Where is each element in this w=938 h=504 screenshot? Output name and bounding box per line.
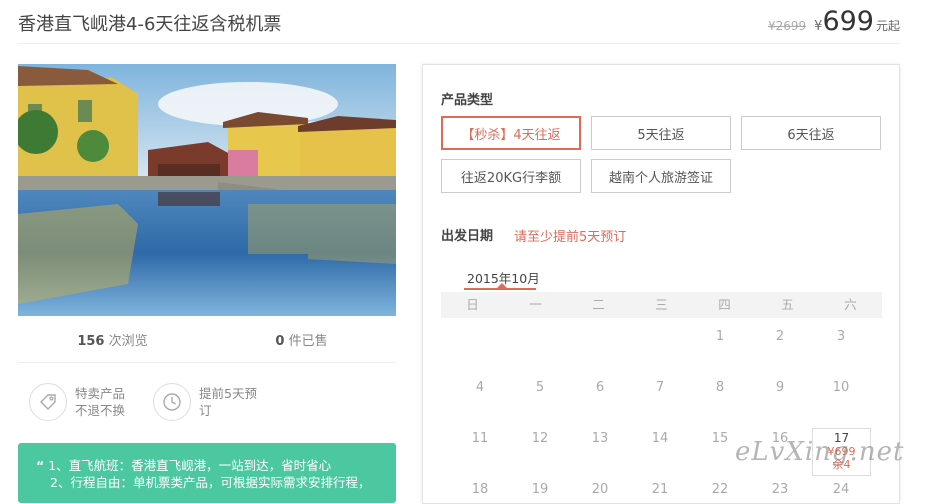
calendar-day: 18 — [471, 482, 489, 497]
calendar-day: 19 — [531, 482, 549, 497]
feature-line1: 提前5天预 — [199, 386, 257, 401]
views-stat: 156 次浏览 — [18, 330, 207, 349]
calendar-day: 6 — [595, 380, 605, 395]
highlights-box: “1、直飞航班：香港直飞岘港，一站到达，省时省心 2、行程自由：单机票类产品，可… — [18, 443, 396, 503]
weekday-header: 日 一 二 三 四 五 六 — [441, 292, 882, 318]
sold-stat: 0 件已售 — [207, 330, 396, 349]
calendar-day: 10 — [832, 380, 850, 395]
calendar-day: 7 — [655, 380, 665, 395]
sold-label: 件已售 — [288, 334, 328, 349]
header-divider — [18, 43, 900, 44]
price-unit: 元起 — [875, 19, 900, 33]
calendar-day: 12 — [531, 431, 549, 446]
calendar-day: 9 — [775, 380, 785, 395]
watermark: eLvXing.net — [735, 437, 905, 467]
clock-icon — [153, 383, 191, 421]
weekday-tue: 二 — [592, 297, 605, 312]
calendar-day: 4 — [475, 380, 485, 395]
views-label: 次浏览 — [108, 334, 148, 349]
option-6day[interactable]: 6天往返 — [741, 116, 881, 150]
booking-hint: 请至少提前5天预订 — [514, 230, 627, 245]
price-box: ¥2699 ¥699 元起 — [768, 6, 900, 37]
highlight-line-1: “1、直飞航班：香港直飞岘港，一站到达，省时省心 — [36, 457, 380, 474]
feature-line2: 订 — [199, 403, 212, 418]
option-vietnam-visa[interactable]: 越南个人旅游签证 — [591, 159, 731, 193]
calendar-day: 20 — [591, 482, 609, 497]
highlight-line-2: 2、行程自由：单机票类产品，可根据实际需求安排行程， — [50, 475, 371, 490]
option-4day-flash[interactable]: 【秒杀】4天往返 — [441, 116, 581, 150]
calendar-day: 21 — [651, 482, 669, 497]
caret-up-icon — [497, 283, 507, 288]
departure-title: 出发日期 — [441, 229, 494, 244]
weekday-fri: 五 — [781, 297, 794, 312]
calendar-day: 13 — [591, 431, 609, 446]
stats-bar: 156 次浏览 0 件已售 — [18, 330, 396, 349]
weekday-sun: 日 — [466, 297, 479, 312]
calendar-day: 23 — [771, 482, 789, 497]
weekday-sat: 六 — [844, 297, 857, 312]
option-luggage-20kg[interactable]: 往返20KG行李额 — [441, 159, 581, 193]
tag-icon — [29, 383, 67, 421]
feature-advance-booking: 提前5天预订 — [153, 383, 257, 421]
calendar-day: 11 — [471, 431, 489, 446]
views-count: 156 — [77, 334, 105, 349]
weekday-thu: 四 — [718, 297, 731, 312]
calendar-day: 2 — [775, 329, 785, 344]
calendar-day: 24 — [832, 482, 850, 497]
current-price: ¥699 元起 — [814, 6, 900, 37]
calendar-day: 22 — [711, 482, 729, 497]
feature-special-sale: 特卖产品 不退不换 — [29, 383, 125, 421]
product-type-title: 产品类型 — [441, 93, 494, 108]
feature-line2: 不退不换 — [75, 403, 126, 418]
stats-divider — [18, 362, 396, 363]
price-value: 699 — [822, 6, 874, 37]
calendar-day: 14 — [651, 431, 669, 446]
highlight-text-1: 1、直飞航班：香港直飞岘港，一站到达，省时省心 — [48, 458, 332, 473]
month-underline — [464, 288, 536, 290]
feature-line1: 特卖产品 — [75, 386, 126, 401]
old-price: ¥2699 — [767, 19, 807, 33]
weekday-wed: 三 — [655, 297, 668, 312]
sold-count: 0 — [275, 334, 285, 349]
product-photo — [18, 64, 396, 316]
weekday-mon: 一 — [529, 297, 542, 312]
calendar-day: 3 — [836, 329, 846, 344]
calendar-day: 1 — [715, 329, 725, 344]
calendar-day: 5 — [535, 380, 545, 395]
page-title: 香港直飞岘港4-6天往返含税机票 — [18, 14, 282, 35]
quote-icon: “ — [36, 458, 45, 473]
option-5day[interactable]: 5天往返 — [591, 116, 731, 150]
calendar-day: 8 — [715, 380, 725, 395]
